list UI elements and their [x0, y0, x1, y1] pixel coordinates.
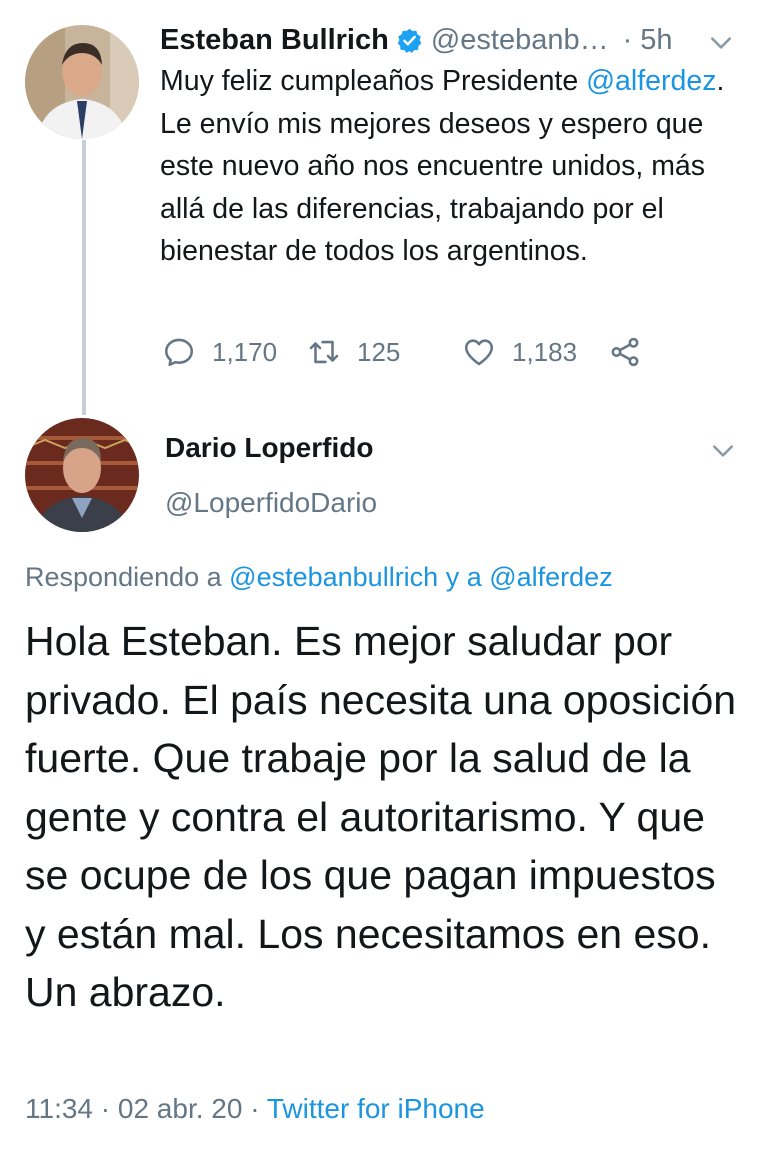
comment-icon: [164, 338, 194, 367]
chevron-down-icon[interactable]: [708, 436, 738, 466]
retweet-count: 125: [357, 336, 401, 367]
tweet-time[interactable]: 5h: [640, 24, 672, 57]
share-icon: [611, 337, 639, 367]
reply-count: 1,170: [212, 336, 278, 367]
avatar[interactable]: [25, 25, 139, 139]
heart-icon: [464, 339, 494, 366]
replying-prefix: Respondiendo a: [25, 562, 230, 592]
tweet-text: Hola Esteban. Es mejor saludar por priva…: [25, 618, 737, 1015]
tweet-text-start: Muy feliz cumpleaños Presidente: [160, 65, 587, 97]
retweet-button[interactable]: 125: [307, 332, 400, 372]
tweet-source-link[interactable]: Twitter for iPhone: [267, 1093, 485, 1124]
like-count: 1,183: [512, 336, 578, 367]
avatar[interactable]: [25, 418, 139, 532]
retweet-icon: [309, 340, 339, 364]
reply-button[interactable]: 1,170: [162, 332, 277, 372]
tweet-text: Muy feliz cumpleaños Presidente @alferde…: [160, 60, 745, 273]
verified-badge-icon: [397, 28, 422, 53]
user-handle[interactable]: @LoperfidoDario: [165, 487, 377, 519]
display-name[interactable]: Esteban Bullrich: [160, 24, 389, 57]
tweet-header: Esteban Bullrich @estebanb… · 5h: [160, 20, 740, 60]
replying-and: y a: [438, 562, 490, 592]
avatar-photo-dario: [25, 418, 139, 532]
mention-link[interactable]: @alferdez: [586, 65, 716, 97]
replying-to: Respondiendo a @estebanbullrich y a @alf…: [25, 562, 613, 593]
display-name[interactable]: Dario Loperfido: [165, 432, 373, 464]
tweet-meta: 11:34 · 02 abr. 20 · Twitter for iPhone: [25, 1093, 485, 1125]
thread-connector-line: [82, 140, 86, 415]
like-button[interactable]: 1,183: [462, 332, 577, 372]
replying-user-link[interactable]: @estebanbullrich: [229, 562, 438, 592]
user-handle[interactable]: @estebanb…: [431, 24, 609, 57]
share-button[interactable]: [608, 332, 658, 372]
tweet-actions: 1,170 125 1,183: [162, 332, 682, 372]
tweet-timestamp[interactable]: 11:34 · 02 abr. 20 ·: [25, 1093, 267, 1124]
separator-dot: ·: [622, 23, 633, 56]
replying-user-link[interactable]: @alferdez: [489, 562, 612, 592]
chevron-down-icon[interactable]: [706, 28, 736, 58]
avatar-photo-esteban: [25, 25, 139, 139]
